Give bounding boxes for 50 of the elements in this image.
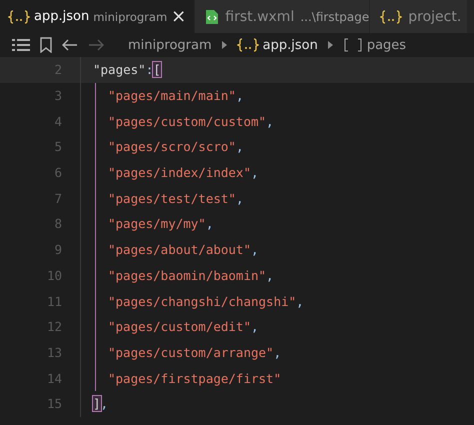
code-token: : [146,62,154,78]
code-token: , [266,268,274,283]
line-number: 11 [46,294,63,309]
code-token: , [251,165,259,180]
line-number: 12 [46,319,63,334]
breadcrumb-item[interactable]: app.json [262,38,318,52]
code-token: "pages/my/my" [108,216,206,232]
code-token: "pages/scro/scro" [108,139,236,154]
code-token: , [266,114,274,129]
line-number: 3 [53,88,63,104]
code-token: "pages/firstpage/first" [108,370,282,386]
code-token: , [236,88,244,104]
code-token: "pages/custom/arrange" [108,344,274,360]
code-token: , [251,242,259,258]
code-token: , [100,396,108,412]
close-icon[interactable]: × [171,6,186,27]
line-number: 15 [46,396,63,412]
code-token: "pages/index/index" [108,165,251,180]
code-token: "pages/about/about" [108,242,251,258]
code-token: "pages/changshi/changshi" [108,294,296,309]
line-number: 14 [46,370,63,386]
tab-path: miniprogram [93,10,168,24]
code-token: , [296,294,304,309]
code-token: "pages/test/test" [108,190,236,206]
line-number: 10 [46,268,63,283]
code-token: "pages" [93,62,146,78]
editor-tab[interactable]: first.wxml ...\firstpage [195,0,370,33]
code-token: , [274,344,282,360]
code-token: , [236,190,244,206]
editor-tab[interactable]: project. [370,0,468,33]
breadcrumb-item[interactable]: pages [366,38,406,52]
code-token: "pages/custom/custom" [108,114,266,129]
line-number: 9 [53,242,63,258]
code-token: [ [153,62,161,78]
code-token: , [206,216,214,232]
line-number: 7 [53,190,63,206]
editor-tab[interactable]: app.json miniprogram × [0,0,196,33]
line-number: 13 [46,344,63,360]
line-number: 8 [53,216,63,232]
line-number: 5 [53,139,63,154]
code-token: , [236,139,244,154]
code-token: "pages/main/main" [108,88,236,104]
code-token: ] [93,396,101,412]
breadcrumb-item[interactable]: miniprogram [128,38,212,52]
line-number: 4 [53,114,63,129]
line-number: 6 [53,165,63,180]
tab-path: ...\firstpage [300,10,370,24]
code-token: "pages/custom/edit" [108,319,251,334]
code-token: "pages/baomin/baomin" [108,268,266,283]
code-token: , [251,319,259,334]
